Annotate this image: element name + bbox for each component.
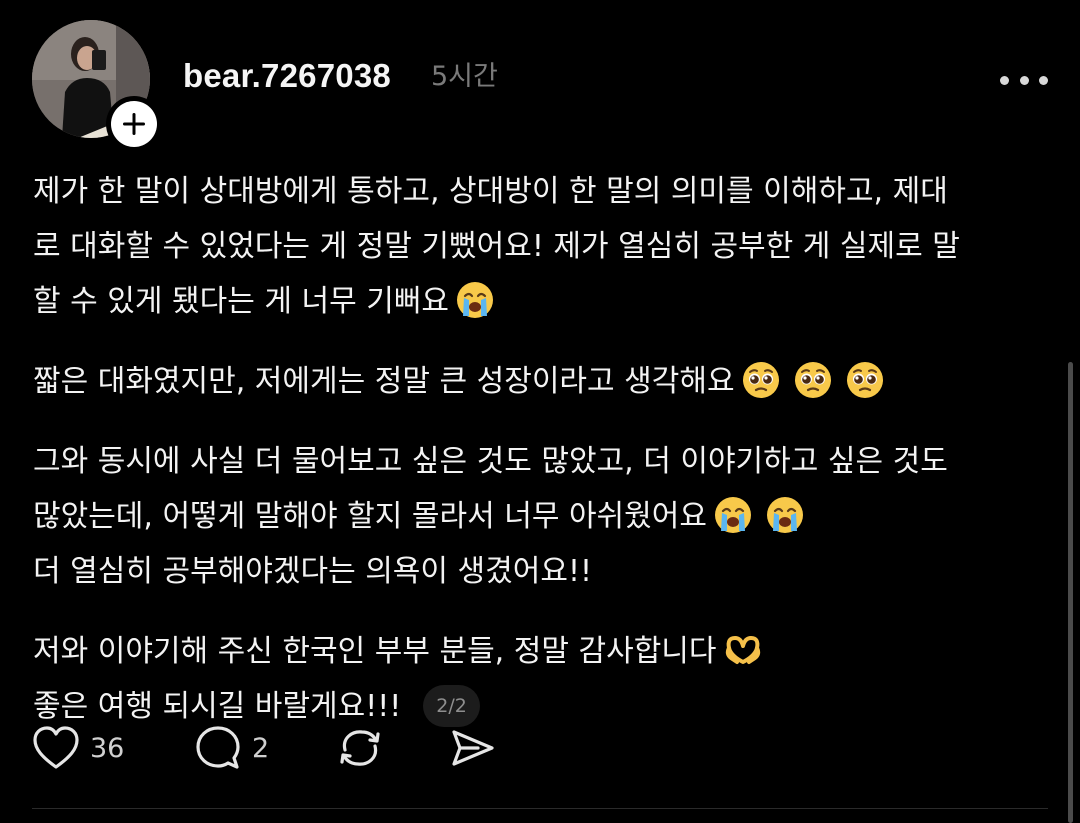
paragraph-3: 그와 동시에 사실 더 물어보고 싶은 것도 많았고, 더 이야기하고 싶은 것… xyxy=(33,434,1043,599)
pleading-face-emoji xyxy=(845,360,885,400)
action-bar: 36 2 xyxy=(32,723,592,773)
text-line: 많았는데, 어떻게 말해야 할지 몰라서 너무 아쉬웠어요 xyxy=(33,499,707,534)
plus-icon xyxy=(111,101,157,147)
loudly-crying-face-emoji xyxy=(455,280,495,320)
share-button[interactable] xyxy=(448,723,496,773)
repost-button[interactable] xyxy=(336,723,384,773)
pleading-face-emoji xyxy=(741,360,781,400)
repost-icon xyxy=(340,730,380,766)
scrollbar[interactable] xyxy=(1068,362,1073,823)
reply-count: 2 xyxy=(252,732,270,764)
divider xyxy=(32,808,1048,809)
like-button[interactable]: 36 xyxy=(32,723,124,773)
text-line: 좋은 여행 되시길 바랄게요!!! xyxy=(33,689,402,724)
heart-hands-emoji xyxy=(723,630,763,670)
more-dot xyxy=(1039,75,1048,85)
text-line: 더 열심히 공부해야겠다는 의욕이 생겼어요!! xyxy=(33,554,592,589)
heart-icon xyxy=(33,726,79,769)
text-line: 저와 이야기해 주신 한국인 부부 분들, 정말 감사합니다 xyxy=(33,634,717,669)
like-count: 36 xyxy=(90,732,125,764)
post-timestamp: 5시간 xyxy=(431,61,498,92)
text-line-with-emoji: 할 수 있게 됐다는 게 너무 기뻐요 xyxy=(33,274,1043,329)
loudly-crying-face-emoji xyxy=(765,495,805,535)
paragraph-1: 제가 한 말이 상대방에게 통하고, 상대방이 한 말의 의미를 이해하고, 제… xyxy=(33,164,1043,329)
loudly-crying-face-emoji xyxy=(713,495,753,535)
more-dot xyxy=(1019,75,1029,85)
post-text: 제가 한 말이 상대방에게 통하고, 상대방이 한 말의 의미를 이해하고, 제… xyxy=(33,164,1043,734)
more-options-button[interactable] xyxy=(1000,70,1048,90)
paragraph-4: 저와 이야기해 주신 한국인 부부 분들, 정말 감사합니다 좋은 여행 되시길… xyxy=(33,624,1043,734)
text-line-with-emoji: 짧은 대화였지만, 저에게는 정말 큰 성장이라고 생각해요 xyxy=(33,354,1043,409)
page-indicator-badge: 2/2 xyxy=(423,685,480,727)
text-line: 제가 한 말이 상대방에게 통하고, 상대방이 한 말의 의미를 이해하고, 제… xyxy=(33,174,948,209)
reply-button[interactable]: 2 xyxy=(194,723,269,773)
pleading-face-emoji xyxy=(793,360,833,400)
username[interactable]: bear.7267038 xyxy=(183,56,391,96)
text-line: 로 대화할 수 있었다는 게 정말 기뻤어요! 제가 열심히 공부한 게 실제로… xyxy=(33,229,960,264)
text-line: 짧은 대화였지만, 저에게는 정말 큰 성장이라고 생각해요 xyxy=(33,364,735,399)
share-icon xyxy=(452,730,494,766)
comment-icon xyxy=(196,726,240,769)
post-card: bear.7267038 5시간 제가 한 말이 상대방에게 통하고, 상대방이… xyxy=(0,0,1080,823)
text-line-with-emoji: 저와 이야기해 주신 한국인 부부 분들, 정말 감사합니다 xyxy=(33,624,1043,679)
text-line: 할 수 있게 됐다는 게 너무 기뻐요 xyxy=(33,284,450,319)
more-horizontal-icon xyxy=(1000,75,1009,85)
follow-button[interactable] xyxy=(106,96,162,152)
text-line-with-emoji: 많았는데, 어떻게 말해야 할지 몰라서 너무 아쉬웠어요 xyxy=(33,489,1043,544)
paragraph-2: 짧은 대화였지만, 저에게는 정말 큰 성장이라고 생각해요 xyxy=(33,354,1043,409)
text-line: 그와 동시에 사실 더 물어보고 싶은 것도 많았고, 더 이야기하고 싶은 것… xyxy=(33,444,948,479)
